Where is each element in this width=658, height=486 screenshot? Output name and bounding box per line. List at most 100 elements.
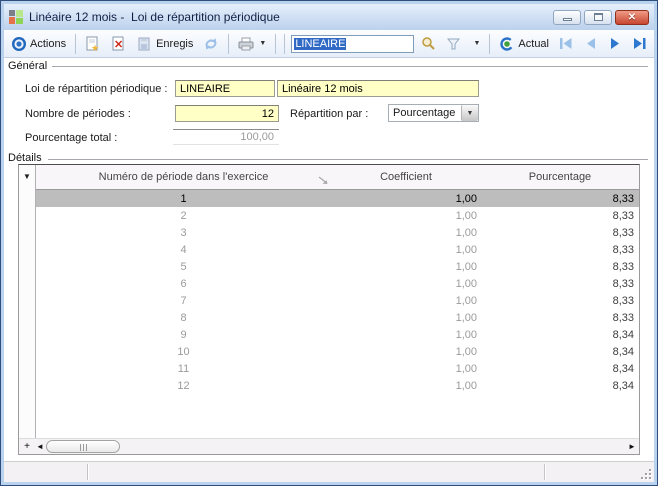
cell-period: 5 (180, 260, 187, 273)
nav-last-button[interactable] (629, 36, 650, 51)
titlebar: Linéaire 12 mois - Loi de répartition pé… (4, 4, 654, 30)
refresh-actual-button[interactable]: Actual (496, 35, 552, 53)
add-row-button[interactable]: + (20, 440, 34, 454)
total-label: Pourcentage total : (25, 132, 118, 144)
printer-icon (238, 37, 254, 50)
row-selector-column[interactable]: ▼ (19, 165, 36, 438)
refresh-icon (205, 37, 217, 50)
maximize-button[interactable] (584, 9, 612, 25)
toolbar-separator (75, 33, 77, 54)
cell-coefficient: 1,00 (455, 362, 477, 375)
cell-coefficient: 1,00 (455, 192, 477, 205)
table-row[interactable]: 1 1,00 8,33 (36, 190, 639, 207)
actions-button[interactable]: Actions (8, 35, 69, 53)
refresh-button[interactable] (200, 35, 222, 53)
toolbar-separator (489, 33, 491, 54)
cell-percentage: 8,33 (612, 311, 634, 324)
grid-menu-icon[interactable]: ▼ (23, 172, 31, 181)
column-header-period[interactable]: Numéro de période dans l'exercice (36, 171, 331, 184)
general-section-line (52, 66, 648, 67)
cell-percentage: 8,34 (612, 362, 634, 375)
cell-period: 8 (180, 311, 187, 324)
chevron-down-icon[interactable]: ▼ (461, 105, 478, 121)
cell-coefficient: 1,00 (455, 345, 477, 358)
horizontal-scrollbar[interactable]: + ◄ ► (19, 438, 639, 454)
filter-dropdown-button[interactable]: ▼ (468, 39, 483, 48)
status-panel-3 (546, 464, 638, 480)
cell-coefficient: 1,00 (455, 379, 477, 392)
cell-period: 4 (180, 243, 187, 256)
nav-previous-icon (587, 38, 595, 49)
details-section-line (48, 159, 648, 160)
table-row[interactable]: 7 1,00 8,33 (36, 292, 639, 309)
app-icon (9, 10, 23, 24)
print-button[interactable]: ▼ (235, 35, 269, 53)
minimize-icon (562, 17, 572, 21)
law-code-field[interactable] (175, 80, 275, 97)
scrollbar-thumb[interactable] (46, 440, 120, 453)
cell-period: 11 (177, 362, 190, 375)
table-row[interactable]: 12 1,00 8,34 (36, 377, 639, 394)
law-name-field[interactable] (277, 80, 479, 97)
toolbar-separator (228, 33, 230, 54)
nav-first-button[interactable] (556, 36, 577, 51)
actions-bullseye-icon (12, 36, 26, 51)
window-title: Linéaire 12 mois - Loi de répartition pé… (29, 10, 280, 24)
scroll-left-icon[interactable]: ◄ (34, 440, 46, 454)
periods-field[interactable] (175, 105, 279, 122)
nav-first-icon (560, 38, 572, 49)
minimize-button[interactable] (553, 9, 581, 25)
table-row[interactable]: 8 1,00 8,33 (36, 309, 639, 326)
nav-next-icon (611, 38, 619, 49)
cell-period: 6 (180, 277, 187, 290)
filter-button[interactable] (443, 36, 464, 52)
save-icon (138, 37, 150, 50)
law-label: Loi de répartition périodique : (25, 83, 168, 95)
magnifier-icon (422, 37, 436, 50)
toolbar: Actions ★ ✕ Enregis ▼ LINEAIRE ▼ Actual (4, 30, 654, 58)
table-row[interactable]: 4 1,00 8,33 (36, 241, 639, 258)
cell-coefficient: 1,00 (455, 260, 477, 273)
table-row[interactable]: 5 1,00 8,33 (36, 258, 639, 275)
status-panel-2 (89, 464, 545, 480)
filter-funnel-icon (447, 38, 461, 49)
total-field: 100,00 (173, 129, 279, 145)
periods-table: ▼ Numéro de période dans l'exercice Coef… (18, 164, 640, 455)
toolbar-separator (284, 33, 286, 54)
table-row[interactable]: 2 1,00 8,33 (36, 207, 639, 224)
column-header-coefficient[interactable]: Coefficient (331, 171, 481, 183)
cell-percentage: 8,34 (612, 379, 634, 392)
save-button[interactable]: Enregis (134, 35, 196, 53)
cell-coefficient: 1,00 (455, 209, 477, 222)
sort-arrow-icon (318, 176, 328, 184)
nav-last-icon (634, 38, 646, 49)
table-row[interactable]: 9 1,00 8,34 (36, 326, 639, 343)
actualize-label: Actual (518, 37, 549, 50)
cell-coefficient: 1,00 (455, 311, 477, 324)
nav-previous-button[interactable] (581, 36, 601, 51)
svg-text:✕: ✕ (114, 39, 123, 51)
search-button[interactable] (418, 35, 439, 52)
close-button[interactable]: ✕ (615, 9, 649, 25)
column-header-percentage[interactable]: Pourcentage (481, 171, 639, 183)
actualize-icon (500, 36, 515, 51)
filter-dropdown-icon: ▼ (473, 40, 481, 47)
repartition-label: Répartition par : (290, 108, 369, 120)
new-button[interactable]: ★ (82, 35, 104, 53)
repartition-select[interactable]: Pourcentage ▼ (388, 104, 479, 122)
table-row[interactable]: 10 1,00 8,34 (36, 343, 639, 360)
toolbar-separator (275, 33, 277, 54)
cell-percentage: 8,34 (612, 345, 634, 358)
nav-next-button[interactable] (605, 36, 625, 51)
print-dropdown-icon[interactable]: ▼ (259, 40, 266, 47)
cell-percentage: 8,33 (612, 226, 634, 239)
table-row[interactable]: 11 1,00 8,34 (36, 360, 639, 377)
cell-period: 1 (180, 192, 187, 205)
resize-grip[interactable] (639, 467, 651, 479)
scroll-right-icon[interactable]: ► (626, 440, 638, 454)
cell-period: 3 (180, 226, 187, 239)
table-row[interactable]: 3 1,00 8,33 (36, 224, 639, 241)
table-row[interactable]: 6 1,00 8,33 (36, 275, 639, 292)
delete-button[interactable]: ✕ (108, 35, 130, 53)
search-input[interactable]: LINEAIRE (291, 34, 415, 53)
